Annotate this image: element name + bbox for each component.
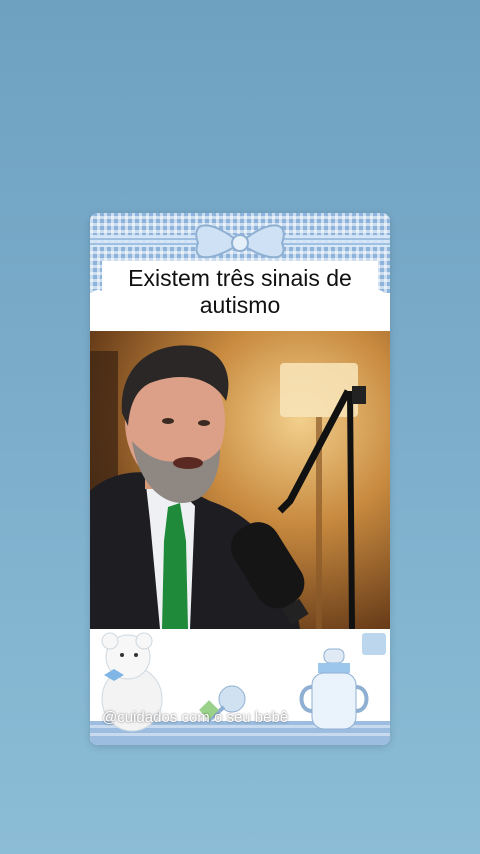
video-card: Existem três sinais de autismo @cuidados… <box>90 213 390 745</box>
speaker-scene <box>90 345 366 629</box>
headline-line-2: autismo <box>199 292 281 318</box>
watermark-handle: @cuidados com o seu bebê <box>102 709 289 726</box>
mouth <box>173 457 203 469</box>
eye-right <box>198 420 210 426</box>
lamp-shade <box>280 363 358 417</box>
headline-line-1: Existem três sinais de <box>128 265 352 291</box>
baby-bottle-icon <box>299 648 369 730</box>
decor-illustration <box>90 632 390 745</box>
headline-caption: Existem três sinais de autismo <box>102 261 378 323</box>
small-box-icon <box>362 633 386 655</box>
eye-left <box>162 418 174 424</box>
video-frame[interactable] <box>90 331 390 629</box>
mic-stand <box>347 390 355 629</box>
baby-decor-bottom-frame <box>90 629 390 745</box>
mic-clamp <box>352 386 366 404</box>
